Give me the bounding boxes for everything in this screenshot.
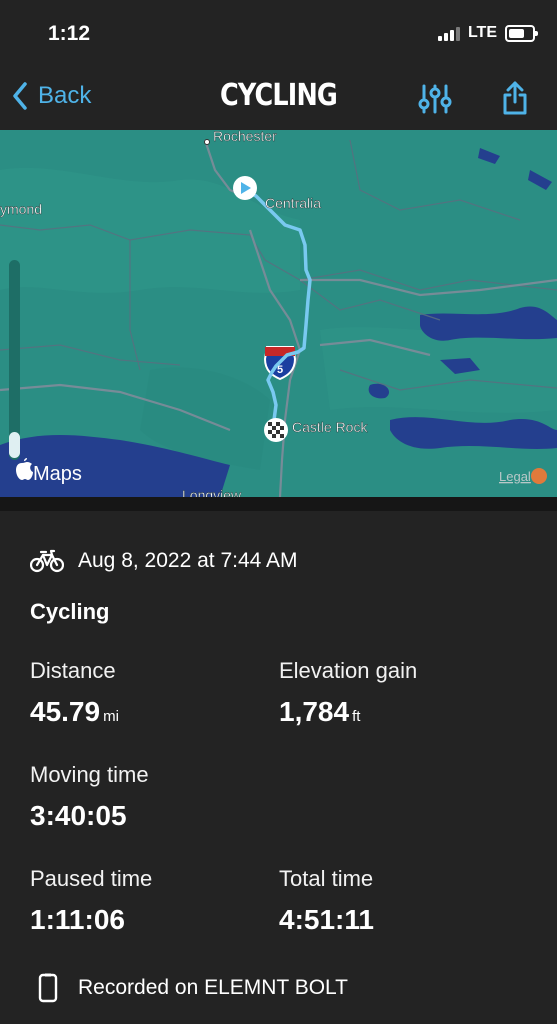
- stat-value: 4:51:11: [279, 904, 374, 935]
- map-label-longview: Longview: [182, 487, 242, 497]
- device-icon: [38, 973, 58, 1003]
- stat-label: Total time: [279, 866, 374, 891]
- start-marker: [233, 176, 257, 200]
- stat-paused-time: Paused time 1:11:06: [30, 866, 152, 936]
- stat-label: Distance: [30, 658, 116, 683]
- date-row: Aug 8, 2022 at 7:44 AM: [30, 549, 298, 573]
- route-map[interactable]: 5 Rochester ymond Centralia Castle Rock: [0, 130, 557, 497]
- stat-unit: ft: [352, 708, 361, 725]
- share-icon[interactable]: [502, 80, 528, 121]
- signal-icon: [437, 25, 460, 41]
- map-label-castle-rock: Castle Rock: [292, 419, 368, 435]
- stat-value: 3:40:05: [30, 800, 127, 831]
- stat-unit: mi: [103, 708, 119, 725]
- map-divider: [0, 497, 557, 511]
- activity-date: Aug 8, 2022 at 7:44 AM: [78, 549, 298, 572]
- stat-distance: Distance 45.79 mi: [30, 658, 119, 728]
- stat-total-time: Total time 4:51:11: [279, 866, 374, 936]
- battery-icon: [505, 24, 538, 42]
- stat-label: Paused time: [30, 866, 153, 891]
- apple-icon: [16, 462, 33, 480]
- bicycle-icon: [30, 549, 64, 573]
- activity-details: Aug 8, 2022 at 7:44 AM Cycling Distance …: [0, 511, 557, 1024]
- recorded-device-row: Recorded on ELEMNT BOLT: [38, 973, 348, 1003]
- map-canvas: 5 Rochester ymond Centralia Castle Rock: [0, 130, 557, 497]
- activity-title: Cycling: [30, 599, 110, 624]
- stat-value: 1,784 ft: [279, 696, 361, 727]
- chevron-left-icon: [13, 82, 27, 110]
- legal-link: Legal: [499, 469, 531, 484]
- status-indicators: LTE: [437, 24, 538, 42]
- network-type: LTE: [467, 24, 497, 41]
- stat-value: 45.79 mi: [30, 696, 119, 727]
- sliders-icon[interactable]: [418, 84, 452, 119]
- map-label-rochester: Rochester: [213, 130, 277, 144]
- navigation-bar: Back CYCLING: [0, 66, 557, 130]
- finish-marker: [264, 418, 288, 442]
- stat-elevation-gain: Elevation gain 1,784 ft: [279, 658, 417, 728]
- map-label-raymond: ymond: [0, 201, 42, 217]
- maps-label: Maps: [33, 463, 82, 485]
- status-bar: 1:12 LTE: [0, 0, 557, 66]
- stat-label: Elevation gain: [279, 658, 418, 683]
- stat-moving-time: Moving time 3:40:05: [30, 762, 149, 832]
- stat-label: Moving time: [30, 762, 149, 787]
- stat-value: 1:11:06: [30, 904, 125, 935]
- zoom-slider: [9, 260, 20, 460]
- recorded-on-label: Recorded on ELEMNT BOLT: [78, 976, 349, 999]
- map-label-centralia: Centralia: [265, 195, 321, 211]
- status-time: 1:12: [48, 22, 91, 45]
